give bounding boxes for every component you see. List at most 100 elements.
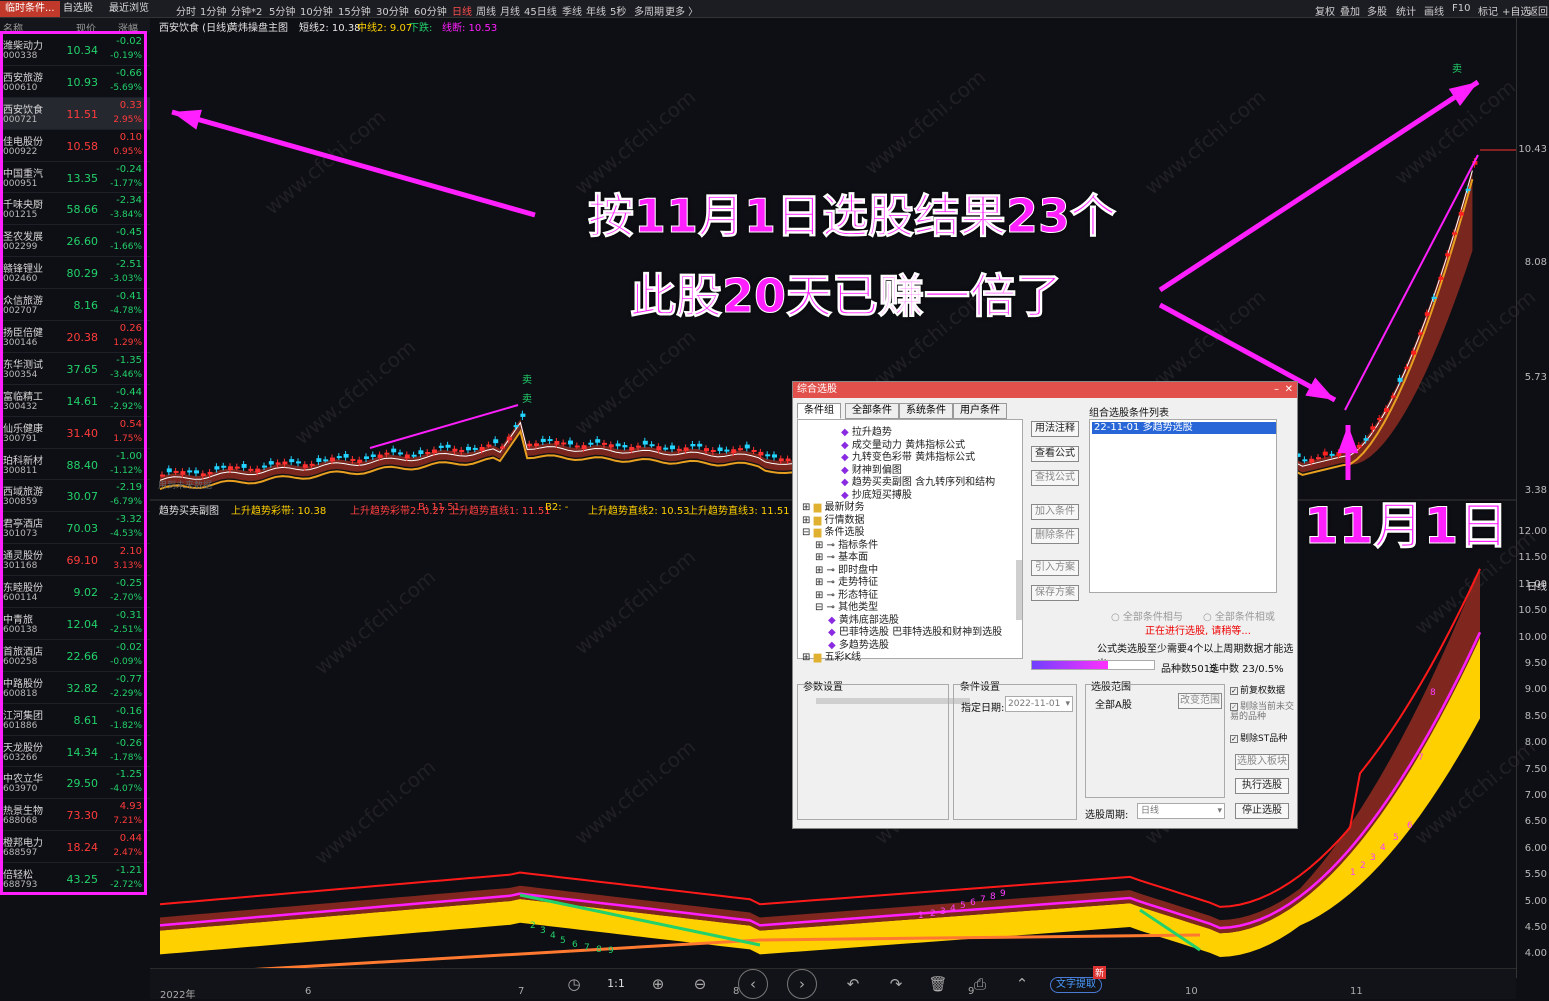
candle <box>1384 408 1389 412</box>
tree-node[interactable]: ⊞ ▆ 五彩K线 <box>802 648 861 663</box>
period-item[interactable]: 60分钟 <box>414 3 447 18</box>
up-icon[interactable]: ⌃ <box>1011 973 1033 995</box>
period-item[interactable]: 5分钟 <box>269 3 295 18</box>
toolbar-item[interactable]: 标记 <box>1478 3 1498 18</box>
period-item[interactable]: 季线 <box>562 3 582 18</box>
dialog-title-text: 综合选股 <box>797 384 837 395</box>
toolbar-item[interactable]: 返回 <box>1528 3 1548 18</box>
candle <box>704 448 709 452</box>
date-tick: 10 <box>1185 986 1198 997</box>
candle <box>309 463 315 466</box>
zoom-in-icon[interactable]: ⊕ <box>647 973 669 995</box>
delete-icon[interactable]: 🗑 <box>927 973 949 995</box>
period-item[interactable]: 月线 <box>500 3 520 18</box>
dialog-tab[interactable]: 条件组 <box>797 403 841 419</box>
undo-icon[interactable]: ↶ <box>842 973 864 995</box>
candle <box>602 442 607 445</box>
dialog-action-button[interactable]: 引入方案 <box>1031 560 1079 576</box>
prev-icon[interactable]: ‹ <box>738 969 768 999</box>
toolbar-item[interactable]: F10 <box>1452 3 1470 14</box>
screener-button[interactable]: 执行选股 <box>1235 778 1289 794</box>
period-tag: 日线 <box>1527 582 1547 593</box>
toolbar-item[interactable]: 画线 <box>1424 3 1444 18</box>
dialog-action-button[interactable]: 用法注释 <box>1031 421 1079 437</box>
candle <box>738 448 743 451</box>
screener-button[interactable]: 选股入板块 <box>1235 754 1289 770</box>
candle <box>330 457 335 462</box>
period-item[interactable]: 日线 <box>452 3 472 18</box>
candle <box>1458 212 1464 216</box>
price-tick: 8.08 <box>1524 257 1547 268</box>
period-item[interactable]: 5秒 <box>610 3 626 18</box>
period-item[interactable]: 分时 <box>176 3 196 18</box>
sub-indicator-value: B2: - <box>545 502 569 513</box>
candle <box>391 448 397 453</box>
period-item[interactable]: 分钟*2 <box>231 3 262 18</box>
condition-list[interactable]: 22-11-01 多趋势选股 <box>1089 419 1277 593</box>
tree-node-label: 五彩K线 <box>824 652 862 663</box>
tab-recent[interactable]: 最近浏览 <box>104 1 154 17</box>
toolbar-item[interactable]: 复权 <box>1315 3 1335 18</box>
dialog-tab[interactable]: 用户条件 <box>953 403 1007 419</box>
dialog-action-button[interactable]: 查看公式 <box>1031 446 1079 462</box>
period-item[interactable]: 年线 <box>586 3 606 18</box>
next-icon[interactable]: › <box>787 969 817 999</box>
period-item[interactable]: 10分钟 <box>300 3 333 18</box>
candle <box>268 461 274 465</box>
sequence-count: 8 <box>596 945 602 955</box>
down-value: 下跌: <box>409 23 433 34</box>
option-checkbox[interactable]: ✓ 剔除当前未交易的品种 <box>1230 702 1296 722</box>
period-item[interactable]: 30分钟 <box>376 3 409 18</box>
condition-tree[interactable]: ◆ 拉升趋势 ◆ 成交量动力 黄炜指标公式 ◆ 九转变色彩带 黄炜指标公式 ◆ 财神到… <box>797 419 1023 704</box>
tab-temp-condition[interactable]: 临时条件... <box>0 1 60 17</box>
tree-scrollbar[interactable] <box>1016 560 1022 620</box>
candle <box>568 440 573 445</box>
condition-list-item[interactable]: 22-11-01 多趋势选股 <box>1092 422 1276 434</box>
toolbar-item[interactable]: +自选 <box>1502 3 1530 18</box>
period-select[interactable]: 日线 ▾ <box>1137 803 1225 819</box>
candle <box>302 464 308 468</box>
screener-button[interactable]: 停止选股 <box>1235 803 1289 819</box>
candle <box>697 443 703 447</box>
clock-icon[interactable]: ◷ <box>563 973 585 995</box>
radio-or[interactable]: ○ 全部条件相或 <box>1203 608 1275 623</box>
dialog-action-button[interactable]: 删除条件 <box>1031 528 1079 544</box>
param-panel <box>797 684 949 820</box>
date-tick: 11 <box>1350 986 1363 997</box>
zoom-out-icon[interactable]: ⊖ <box>689 973 711 995</box>
radio-and[interactable]: ○ 全部条件相与 <box>1111 608 1183 623</box>
dialog-action-button[interactable]: 加入条件 <box>1031 504 1079 520</box>
period-item[interactable]: 15分钟 <box>338 3 371 18</box>
period-item[interactable]: 45日线 <box>524 3 557 18</box>
ratio-button[interactable]: 1:1 <box>605 973 627 995</box>
dialog-tab[interactable]: 系统条件 <box>899 403 953 419</box>
dialog-action-button[interactable]: 保存方案 <box>1031 585 1079 601</box>
candle <box>1329 453 1335 456</box>
period-item[interactable]: 更多 〉 <box>665 3 698 18</box>
sub-tick: 10.50 <box>1518 605 1547 617</box>
option-checkbox[interactable]: ✓ 前复权数据 <box>1230 686 1296 696</box>
change-range-button[interactable]: 改变范围 <box>1178 693 1222 709</box>
period-item[interactable]: 周线 <box>476 3 496 18</box>
annotation-line2: 此股20天已赚一倍了 <box>629 269 1063 324</box>
dialog-tab[interactable]: 全部条件 <box>845 403 899 419</box>
candle <box>588 442 594 445</box>
candle <box>336 456 342 459</box>
candle <box>676 448 682 451</box>
close-icon[interactable]: ✕ <box>1285 382 1293 398</box>
tab-watchlist[interactable]: 自选股 <box>58 1 98 17</box>
candle <box>731 449 737 454</box>
date-picker[interactable]: 2022-11-01 ▾ <box>1005 696 1073 712</box>
toolbar-item[interactable]: 叠加 <box>1340 3 1360 18</box>
redo-icon[interactable]: ↷ <box>885 973 907 995</box>
option-checkbox[interactable]: ✓ 剔除ST品种 <box>1230 734 1296 744</box>
minimize-icon[interactable]: – <box>1274 382 1279 398</box>
candle <box>561 442 567 445</box>
toolbar-item[interactable]: 统计 <box>1396 3 1416 18</box>
dialog-action-button[interactable]: 查找公式 <box>1031 470 1079 486</box>
text-extract-button[interactable]: 文字提取 <box>1050 977 1102 993</box>
sell-signal: 卖 <box>522 374 532 386</box>
period-item[interactable]: 多周期 <box>634 3 664 18</box>
toolbar-item[interactable]: 多股 <box>1367 3 1387 18</box>
period-item[interactable]: 1分钟 <box>200 3 226 18</box>
